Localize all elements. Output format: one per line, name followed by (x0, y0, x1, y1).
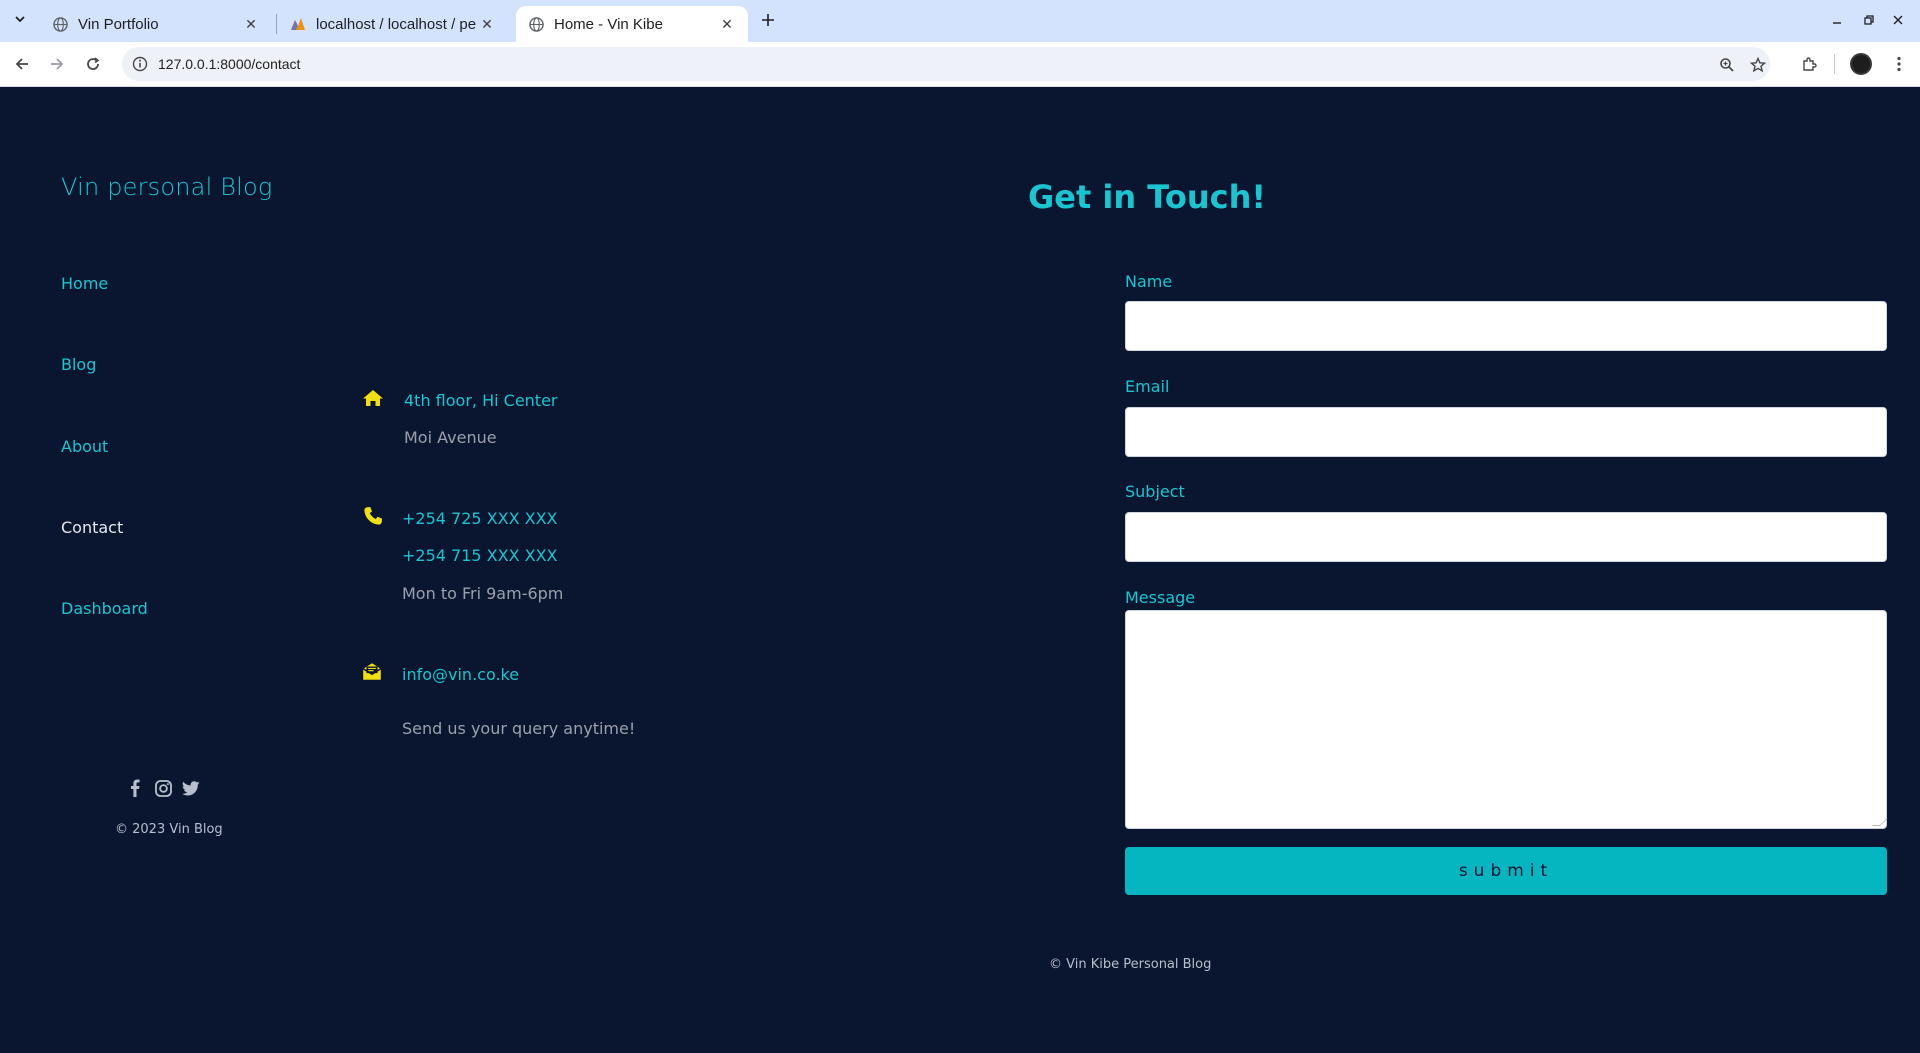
address-bar[interactable]: 127.0.0.1:8000/contact (122, 47, 1770, 81)
close-icon[interactable]: ✕ (478, 15, 496, 33)
nav-blog[interactable]: Blog (61, 355, 96, 374)
tab-phpmyadmin[interactable]: localhost / localhost / pe ✕ (278, 6, 508, 42)
phpmyadmin-icon (290, 16, 306, 32)
forward-button[interactable] (45, 52, 69, 76)
facebook-icon[interactable] (126, 779, 144, 797)
minimize-icon (1833, 22, 1841, 24)
email-note: Send us your query anytime! (402, 719, 636, 738)
zoom-icon[interactable] (1717, 55, 1737, 75)
browser-tab-bar: Vin Portfolio ✕ localhost / localhost / … (0, 0, 1920, 42)
phone-icon (364, 507, 382, 525)
resize-handle[interactable] (1872, 818, 1888, 826)
url-text[interactable]: 127.0.0.1:8000/contact (158, 56, 300, 72)
reload-icon (87, 57, 100, 70)
tab-home-vin-kibe[interactable]: Home - Vin Kibe ✕ (516, 6, 748, 42)
back-button[interactable] (10, 52, 34, 76)
sidebar-copyright: © 2023 Vin Blog (115, 822, 223, 837)
plus-icon (762, 14, 774, 26)
close-icon (1893, 15, 1903, 25)
contact-heading: Get in Touch! (1028, 178, 1266, 216)
extensions-button[interactable] (1797, 52, 1821, 76)
footer-copyright: © Vin Kibe Personal Blog (1049, 957, 1212, 972)
instagram-icon[interactable] (154, 779, 172, 797)
email-label: Email (1125, 377, 1170, 396)
globe-icon (52, 16, 68, 32)
reload-button[interactable] (81, 52, 105, 76)
minimize-button[interactable] (1825, 8, 1849, 32)
submit-button[interactable]: submit (1125, 847, 1887, 895)
chevron-down-icon (15, 16, 25, 23)
browser-menu-button[interactable] (1887, 52, 1911, 76)
nav-home[interactable]: Home (61, 274, 108, 293)
bookmark-star-icon[interactable] (1748, 55, 1768, 75)
toolbar-separator (1834, 54, 1835, 74)
close-icon[interactable]: ✕ (718, 15, 736, 33)
name-input[interactable] (1125, 301, 1887, 351)
arrow-right-icon (51, 58, 64, 70)
close-icon[interactable]: ✕ (242, 15, 260, 33)
restore-button[interactable] (1857, 8, 1881, 32)
twitter-icon[interactable] (182, 779, 200, 797)
more-vert-icon (1897, 56, 1901, 72)
address-line1: 4th floor, Hi Center (404, 391, 558, 410)
nav-about[interactable]: About (61, 437, 108, 456)
email-address[interactable]: info@vin.co.ke (402, 665, 519, 684)
arrow-left-icon (15, 58, 28, 70)
close-window-button[interactable] (1886, 8, 1910, 32)
phone-line2[interactable]: +254 715 XXX XXX (402, 546, 558, 565)
profile-avatar[interactable] (1850, 53, 1872, 75)
tab-title: localhost / localhost / pe (316, 15, 477, 33)
office-hours: Mon to Fri 9am-6pm (402, 584, 564, 603)
name-label: Name (1125, 272, 1173, 291)
message-label: Message (1125, 588, 1196, 607)
globe-icon (528, 16, 544, 32)
subject-input[interactable] (1125, 512, 1887, 562)
tab-title: Home - Vin Kibe (554, 15, 663, 33)
mail-icon (362, 663, 382, 680)
page-body: Vin personal Blog Home Blog About Contac… (0, 87, 1920, 1053)
nav-dashboard[interactable]: Dashboard (61, 599, 148, 618)
home-icon (363, 390, 383, 406)
address-line2: Moi Avenue (404, 428, 497, 447)
browser-toolbar: 127.0.0.1:8000/contact (0, 42, 1920, 87)
site-brand[interactable]: Vin personal Blog (61, 173, 273, 201)
email-input[interactable] (1125, 407, 1887, 457)
subject-label: Subject (1125, 482, 1185, 501)
puzzle-icon (1803, 57, 1817, 71)
info-icon[interactable] (132, 56, 148, 72)
nav-contact[interactable]: Contact (61, 518, 123, 537)
message-textarea[interactable] (1125, 610, 1888, 829)
tab-title: Vin Portfolio (78, 15, 159, 33)
tab-vin-portfolio[interactable]: Vin Portfolio ✕ (40, 6, 272, 42)
social-links (126, 779, 200, 797)
phone-line1[interactable]: +254 725 XXX XXX (402, 509, 558, 528)
tab-search-button[interactable] (8, 7, 32, 31)
new-tab-button[interactable] (756, 8, 780, 32)
restore-icon (1864, 15, 1874, 25)
tab-separator (276, 14, 277, 34)
